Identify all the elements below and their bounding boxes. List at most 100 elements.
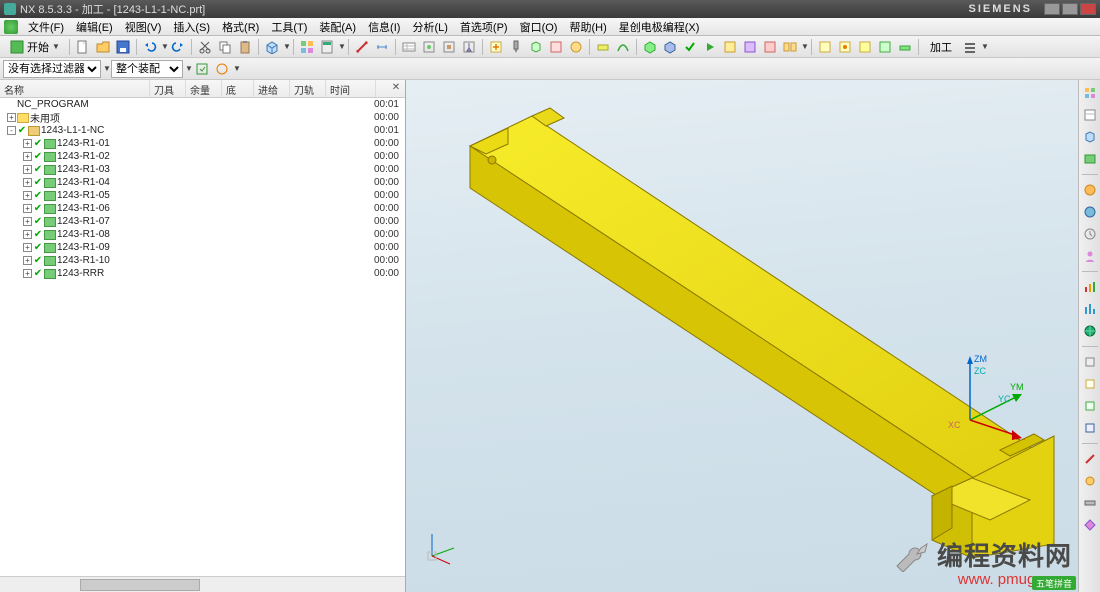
- measure-icon[interactable]: [353, 38, 371, 56]
- tree-row[interactable]: +✔1243-R1-0600:00: [0, 202, 405, 215]
- verify-icon[interactable]: [641, 38, 659, 56]
- tree-row[interactable]: +✔1243-R1-0500:00: [0, 189, 405, 202]
- expander-icon[interactable]: +: [23, 217, 32, 226]
- sel-dropdown[interactable]: ▼: [233, 64, 239, 73]
- menu-item[interactable]: 插入(S): [167, 22, 216, 34]
- rb-tool2-icon[interactable]: [1081, 375, 1099, 393]
- rb-browser-icon[interactable]: [1081, 203, 1099, 221]
- filter-type-select[interactable]: 没有选择过滤器: [3, 60, 101, 78]
- rb-assembly-icon[interactable]: [1081, 84, 1099, 102]
- graphics-area[interactable]: ZM ZC YM YC XM XC 编程资料网 www. pmug. com 五…: [406, 80, 1078, 592]
- close-button[interactable]: [1080, 3, 1096, 15]
- mach-view-icon[interactable]: [440, 38, 458, 56]
- ex1-icon[interactable]: [816, 38, 834, 56]
- rb-hd3d-icon[interactable]: [1081, 181, 1099, 199]
- create-prog-icon[interactable]: [487, 38, 505, 56]
- batch-icon[interactable]: [781, 38, 799, 56]
- menu-item[interactable]: 文件(F): [22, 22, 70, 34]
- tree-col-header[interactable]: 底: [222, 80, 254, 97]
- calc-icon[interactable]: [318, 38, 336, 56]
- rb-history-icon[interactable]: [1081, 225, 1099, 243]
- expander-icon[interactable]: +: [23, 256, 32, 265]
- calc-dropdown[interactable]: ▼: [338, 42, 344, 51]
- redo-icon[interactable]: [169, 38, 187, 56]
- open-file-icon[interactable]: [94, 38, 112, 56]
- rb-partnav-icon[interactable]: [1081, 128, 1099, 146]
- box-dropdown[interactable]: ▼: [283, 42, 289, 51]
- menu-item[interactable]: 信息(I): [362, 22, 406, 34]
- rb-tool4-icon[interactable]: [1081, 419, 1099, 437]
- tree-row[interactable]: +✔1243-R1-0900:00: [0, 241, 405, 254]
- ops-navigator-icon[interactable]: [400, 38, 418, 56]
- menu-item[interactable]: 格式(R): [216, 22, 265, 34]
- mill-contour-icon[interactable]: [614, 38, 632, 56]
- minimize-button[interactable]: [1044, 3, 1060, 15]
- expander-icon[interactable]: -: [7, 126, 16, 135]
- menu-item[interactable]: 装配(A): [313, 22, 362, 34]
- machining-button[interactable]: 加工: [923, 38, 959, 56]
- create-method-icon[interactable]: [547, 38, 565, 56]
- rb-tool7-icon[interactable]: [1081, 494, 1099, 512]
- menu-item[interactable]: 分析(L): [406, 22, 453, 34]
- ex5-icon[interactable]: [896, 38, 914, 56]
- tree-row[interactable]: +✔1243-R1-0800:00: [0, 228, 405, 241]
- tree-body[interactable]: NC_PROGRAM00:01+未用项00:00-✔1243-L1-1-NC00…: [0, 98, 405, 576]
- rb-nav-icon[interactable]: [1081, 106, 1099, 124]
- tree-col-header[interactable]: 余量: [186, 80, 222, 97]
- panel-close-icon[interactable]: ✕: [389, 82, 403, 96]
- rb-chart2-icon[interactable]: [1081, 300, 1099, 318]
- rb-tool3-icon[interactable]: [1081, 397, 1099, 415]
- create-tool-icon[interactable]: [507, 38, 525, 56]
- save-icon[interactable]: [114, 38, 132, 56]
- rb-globe-icon[interactable]: [1081, 322, 1099, 340]
- rb-tool6-icon[interactable]: [1081, 472, 1099, 490]
- simulate-icon[interactable]: [661, 38, 679, 56]
- create-op-icon[interactable]: [567, 38, 585, 56]
- machining-menu-icon[interactable]: [961, 38, 979, 56]
- expander-icon[interactable]: +: [23, 269, 32, 278]
- generate-icon[interactable]: [681, 38, 699, 56]
- expander-icon[interactable]: +: [23, 178, 32, 187]
- copy-icon[interactable]: [216, 38, 234, 56]
- replay-icon[interactable]: [701, 38, 719, 56]
- tree-row[interactable]: +✔1243-RRR00:00: [0, 267, 405, 280]
- rb-tool1-icon[interactable]: [1081, 353, 1099, 371]
- tree-row[interactable]: +✔1243-R1-0200:00: [0, 150, 405, 163]
- tree-row[interactable]: +✔1243-R1-0700:00: [0, 215, 405, 228]
- tree-col-header[interactable]: 进给: [254, 80, 290, 97]
- expander-icon[interactable]: +: [23, 139, 32, 148]
- undo-dropdown[interactable]: ▼: [161, 42, 167, 51]
- expander-icon[interactable]: +: [23, 165, 32, 174]
- tree-row[interactable]: +✔1243-R1-0300:00: [0, 163, 405, 176]
- ex4-icon[interactable]: [876, 38, 894, 56]
- tree-row[interactable]: +未用项00:00: [0, 111, 405, 124]
- batch-dropdown[interactable]: ▼: [801, 42, 807, 51]
- mill-planar-icon[interactable]: [594, 38, 612, 56]
- rb-tool8-icon[interactable]: [1081, 516, 1099, 534]
- expander-icon[interactable]: +: [23, 191, 32, 200]
- dimension-icon[interactable]: [373, 38, 391, 56]
- expander-icon[interactable]: +: [23, 230, 32, 239]
- app-switch-icon[interactable]: [298, 38, 316, 56]
- rb-tool5-icon[interactable]: [1081, 450, 1099, 468]
- sel2-icon[interactable]: [213, 60, 231, 78]
- create-geom-icon[interactable]: [527, 38, 545, 56]
- menu-item[interactable]: 编辑(E): [70, 22, 119, 34]
- tree-row[interactable]: +✔1243-R1-0100:00: [0, 137, 405, 150]
- menu-item[interactable]: 工具(T): [265, 22, 313, 34]
- rb-roles-icon[interactable]: [1081, 247, 1099, 265]
- menu-item[interactable]: 帮助(H): [563, 22, 612, 34]
- tree-col-header[interactable]: 时间: [326, 80, 376, 97]
- ime-chip[interactable]: 五笔拼音: [1032, 576, 1076, 590]
- ex3-icon[interactable]: [856, 38, 874, 56]
- maximize-button[interactable]: [1062, 3, 1078, 15]
- geom-view-icon[interactable]: [420, 38, 438, 56]
- menu-item[interactable]: 首选项(P): [454, 22, 514, 34]
- expander-icon[interactable]: +: [7, 113, 16, 122]
- expander-icon[interactable]: +: [23, 243, 32, 252]
- sel1-icon[interactable]: [193, 60, 211, 78]
- tree-row[interactable]: -✔1243-L1-1-NC00:01: [0, 124, 405, 137]
- undo-icon[interactable]: [141, 38, 159, 56]
- ex2-icon[interactable]: [836, 38, 854, 56]
- start-button[interactable]: 开始 ▼: [3, 38, 65, 56]
